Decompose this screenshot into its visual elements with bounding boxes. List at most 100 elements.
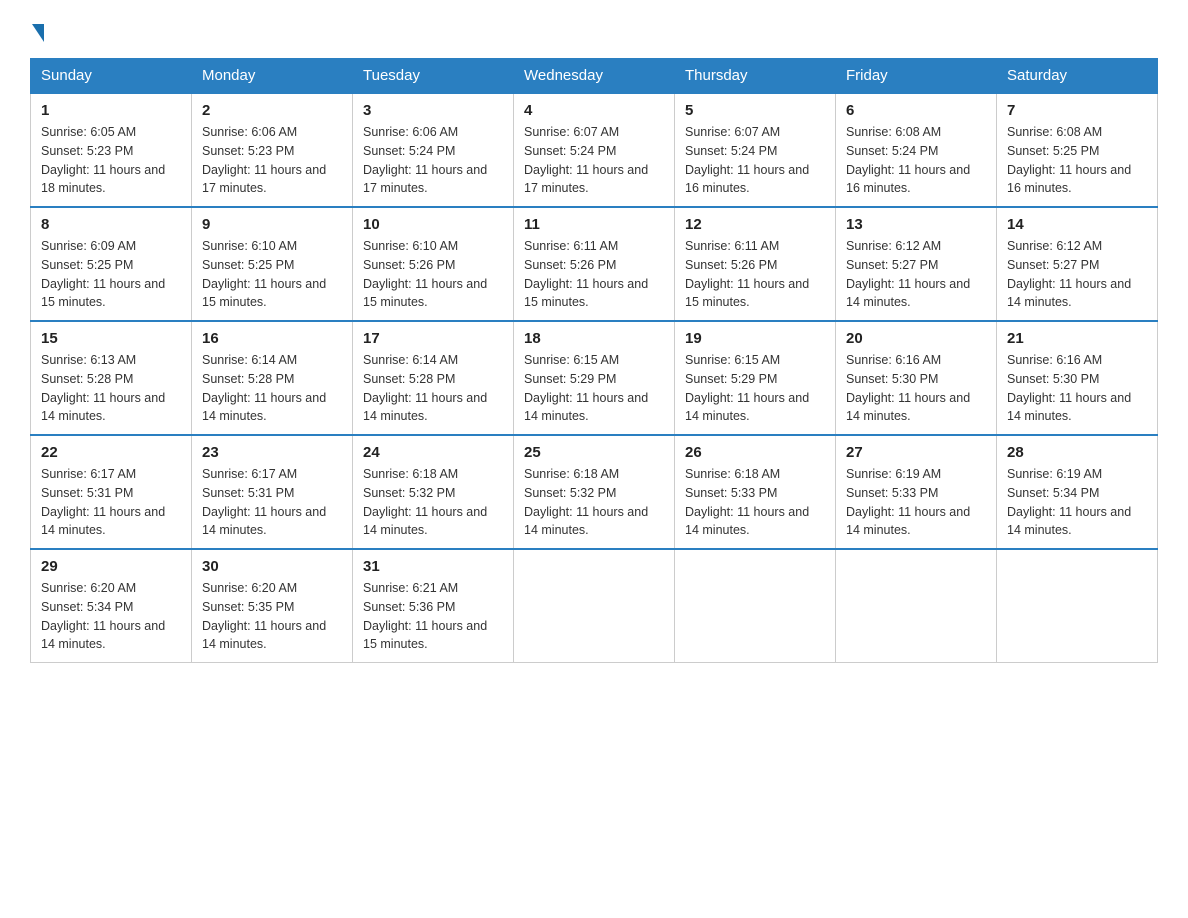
day-info: Sunrise: 6:12 AMSunset: 5:27 PMDaylight:… (846, 237, 986, 312)
calendar-cell: 5 Sunrise: 6:07 AMSunset: 5:24 PMDayligh… (675, 93, 836, 207)
day-number: 28 (1007, 444, 1147, 461)
calendar-cell: 7 Sunrise: 6:08 AMSunset: 5:25 PMDayligh… (997, 93, 1158, 207)
header-thursday: Thursday (675, 59, 836, 94)
day-number: 18 (524, 330, 664, 347)
calendar-cell: 10 Sunrise: 6:10 AMSunset: 5:26 PMDaylig… (353, 207, 514, 321)
calendar-cell: 23 Sunrise: 6:17 AMSunset: 5:31 PMDaylig… (192, 435, 353, 549)
day-info: Sunrise: 6:14 AMSunset: 5:28 PMDaylight:… (202, 351, 342, 426)
day-info: Sunrise: 6:17 AMSunset: 5:31 PMDaylight:… (202, 465, 342, 540)
calendar-cell: 4 Sunrise: 6:07 AMSunset: 5:24 PMDayligh… (514, 93, 675, 207)
day-number: 20 (846, 330, 986, 347)
day-number: 1 (41, 102, 181, 119)
calendar-cell: 15 Sunrise: 6:13 AMSunset: 5:28 PMDaylig… (31, 321, 192, 435)
day-number: 6 (846, 102, 986, 119)
calendar-cell: 16 Sunrise: 6:14 AMSunset: 5:28 PMDaylig… (192, 321, 353, 435)
day-number: 12 (685, 216, 825, 233)
day-number: 4 (524, 102, 664, 119)
calendar-cell: 9 Sunrise: 6:10 AMSunset: 5:25 PMDayligh… (192, 207, 353, 321)
day-info: Sunrise: 6:17 AMSunset: 5:31 PMDaylight:… (41, 465, 181, 540)
logo (30, 20, 44, 40)
day-number: 21 (1007, 330, 1147, 347)
day-info: Sunrise: 6:21 AMSunset: 5:36 PMDaylight:… (363, 579, 503, 654)
day-number: 16 (202, 330, 342, 347)
header-sunday: Sunday (31, 59, 192, 94)
day-number: 5 (685, 102, 825, 119)
day-info: Sunrise: 6:19 AMSunset: 5:34 PMDaylight:… (1007, 465, 1147, 540)
day-info: Sunrise: 6:08 AMSunset: 5:25 PMDaylight:… (1007, 123, 1147, 198)
calendar-cell: 18 Sunrise: 6:15 AMSunset: 5:29 PMDaylig… (514, 321, 675, 435)
calendar-cell: 8 Sunrise: 6:09 AMSunset: 5:25 PMDayligh… (31, 207, 192, 321)
day-info: Sunrise: 6:07 AMSunset: 5:24 PMDaylight:… (524, 123, 664, 198)
day-number: 10 (363, 216, 503, 233)
day-number: 29 (41, 558, 181, 575)
calendar-cell: 22 Sunrise: 6:17 AMSunset: 5:31 PMDaylig… (31, 435, 192, 549)
calendar-cell: 28 Sunrise: 6:19 AMSunset: 5:34 PMDaylig… (997, 435, 1158, 549)
calendar-week-row: 1 Sunrise: 6:05 AMSunset: 5:23 PMDayligh… (31, 93, 1158, 207)
calendar-table: SundayMondayTuesdayWednesdayThursdayFrid… (30, 58, 1158, 663)
day-number: 26 (685, 444, 825, 461)
day-info: Sunrise: 6:14 AMSunset: 5:28 PMDaylight:… (363, 351, 503, 426)
calendar-cell: 20 Sunrise: 6:16 AMSunset: 5:30 PMDaylig… (836, 321, 997, 435)
day-number: 30 (202, 558, 342, 575)
calendar-week-row: 22 Sunrise: 6:17 AMSunset: 5:31 PMDaylig… (31, 435, 1158, 549)
day-number: 22 (41, 444, 181, 461)
day-info: Sunrise: 6:10 AMSunset: 5:25 PMDaylight:… (202, 237, 342, 312)
day-info: Sunrise: 6:07 AMSunset: 5:24 PMDaylight:… (685, 123, 825, 198)
day-number: 13 (846, 216, 986, 233)
calendar-cell (514, 549, 675, 663)
header-saturday: Saturday (997, 59, 1158, 94)
calendar-cell: 1 Sunrise: 6:05 AMSunset: 5:23 PMDayligh… (31, 93, 192, 207)
calendar-cell: 29 Sunrise: 6:20 AMSunset: 5:34 PMDaylig… (31, 549, 192, 663)
day-info: Sunrise: 6:12 AMSunset: 5:27 PMDaylight:… (1007, 237, 1147, 312)
header-monday: Monday (192, 59, 353, 94)
calendar-cell: 19 Sunrise: 6:15 AMSunset: 5:29 PMDaylig… (675, 321, 836, 435)
day-number: 3 (363, 102, 503, 119)
day-number: 25 (524, 444, 664, 461)
day-number: 2 (202, 102, 342, 119)
day-info: Sunrise: 6:18 AMSunset: 5:32 PMDaylight:… (363, 465, 503, 540)
calendar-cell: 26 Sunrise: 6:18 AMSunset: 5:33 PMDaylig… (675, 435, 836, 549)
day-info: Sunrise: 6:10 AMSunset: 5:26 PMDaylight:… (363, 237, 503, 312)
calendar-week-row: 29 Sunrise: 6:20 AMSunset: 5:34 PMDaylig… (31, 549, 1158, 663)
calendar-cell: 31 Sunrise: 6:21 AMSunset: 5:36 PMDaylig… (353, 549, 514, 663)
header-tuesday: Tuesday (353, 59, 514, 94)
day-info: Sunrise: 6:16 AMSunset: 5:30 PMDaylight:… (1007, 351, 1147, 426)
day-info: Sunrise: 6:06 AMSunset: 5:23 PMDaylight:… (202, 123, 342, 198)
day-number: 23 (202, 444, 342, 461)
calendar-cell: 14 Sunrise: 6:12 AMSunset: 5:27 PMDaylig… (997, 207, 1158, 321)
calendar-cell: 2 Sunrise: 6:06 AMSunset: 5:23 PMDayligh… (192, 93, 353, 207)
header-friday: Friday (836, 59, 997, 94)
page-header (30, 20, 1158, 40)
calendar-cell: 6 Sunrise: 6:08 AMSunset: 5:24 PMDayligh… (836, 93, 997, 207)
day-number: 17 (363, 330, 503, 347)
day-info: Sunrise: 6:05 AMSunset: 5:23 PMDaylight:… (41, 123, 181, 198)
calendar-week-row: 8 Sunrise: 6:09 AMSunset: 5:25 PMDayligh… (31, 207, 1158, 321)
day-info: Sunrise: 6:18 AMSunset: 5:33 PMDaylight:… (685, 465, 825, 540)
day-number: 15 (41, 330, 181, 347)
day-number: 7 (1007, 102, 1147, 119)
calendar-cell: 21 Sunrise: 6:16 AMSunset: 5:30 PMDaylig… (997, 321, 1158, 435)
day-info: Sunrise: 6:19 AMSunset: 5:33 PMDaylight:… (846, 465, 986, 540)
day-info: Sunrise: 6:18 AMSunset: 5:32 PMDaylight:… (524, 465, 664, 540)
header-wednesday: Wednesday (514, 59, 675, 94)
calendar-week-row: 15 Sunrise: 6:13 AMSunset: 5:28 PMDaylig… (31, 321, 1158, 435)
calendar-cell: 12 Sunrise: 6:11 AMSunset: 5:26 PMDaylig… (675, 207, 836, 321)
calendar-cell: 27 Sunrise: 6:19 AMSunset: 5:33 PMDaylig… (836, 435, 997, 549)
day-info: Sunrise: 6:20 AMSunset: 5:34 PMDaylight:… (41, 579, 181, 654)
day-info: Sunrise: 6:09 AMSunset: 5:25 PMDaylight:… (41, 237, 181, 312)
day-number: 11 (524, 216, 664, 233)
calendar-cell: 25 Sunrise: 6:18 AMSunset: 5:32 PMDaylig… (514, 435, 675, 549)
day-info: Sunrise: 6:11 AMSunset: 5:26 PMDaylight:… (685, 237, 825, 312)
day-number: 9 (202, 216, 342, 233)
calendar-cell (997, 549, 1158, 663)
calendar-cell (675, 549, 836, 663)
day-info: Sunrise: 6:08 AMSunset: 5:24 PMDaylight:… (846, 123, 986, 198)
calendar-cell: 17 Sunrise: 6:14 AMSunset: 5:28 PMDaylig… (353, 321, 514, 435)
calendar-cell: 11 Sunrise: 6:11 AMSunset: 5:26 PMDaylig… (514, 207, 675, 321)
day-info: Sunrise: 6:15 AMSunset: 5:29 PMDaylight:… (524, 351, 664, 426)
day-info: Sunrise: 6:06 AMSunset: 5:24 PMDaylight:… (363, 123, 503, 198)
calendar-header-row: SundayMondayTuesdayWednesdayThursdayFrid… (31, 59, 1158, 94)
day-number: 31 (363, 558, 503, 575)
logo-arrow-icon (32, 24, 44, 42)
day-number: 14 (1007, 216, 1147, 233)
